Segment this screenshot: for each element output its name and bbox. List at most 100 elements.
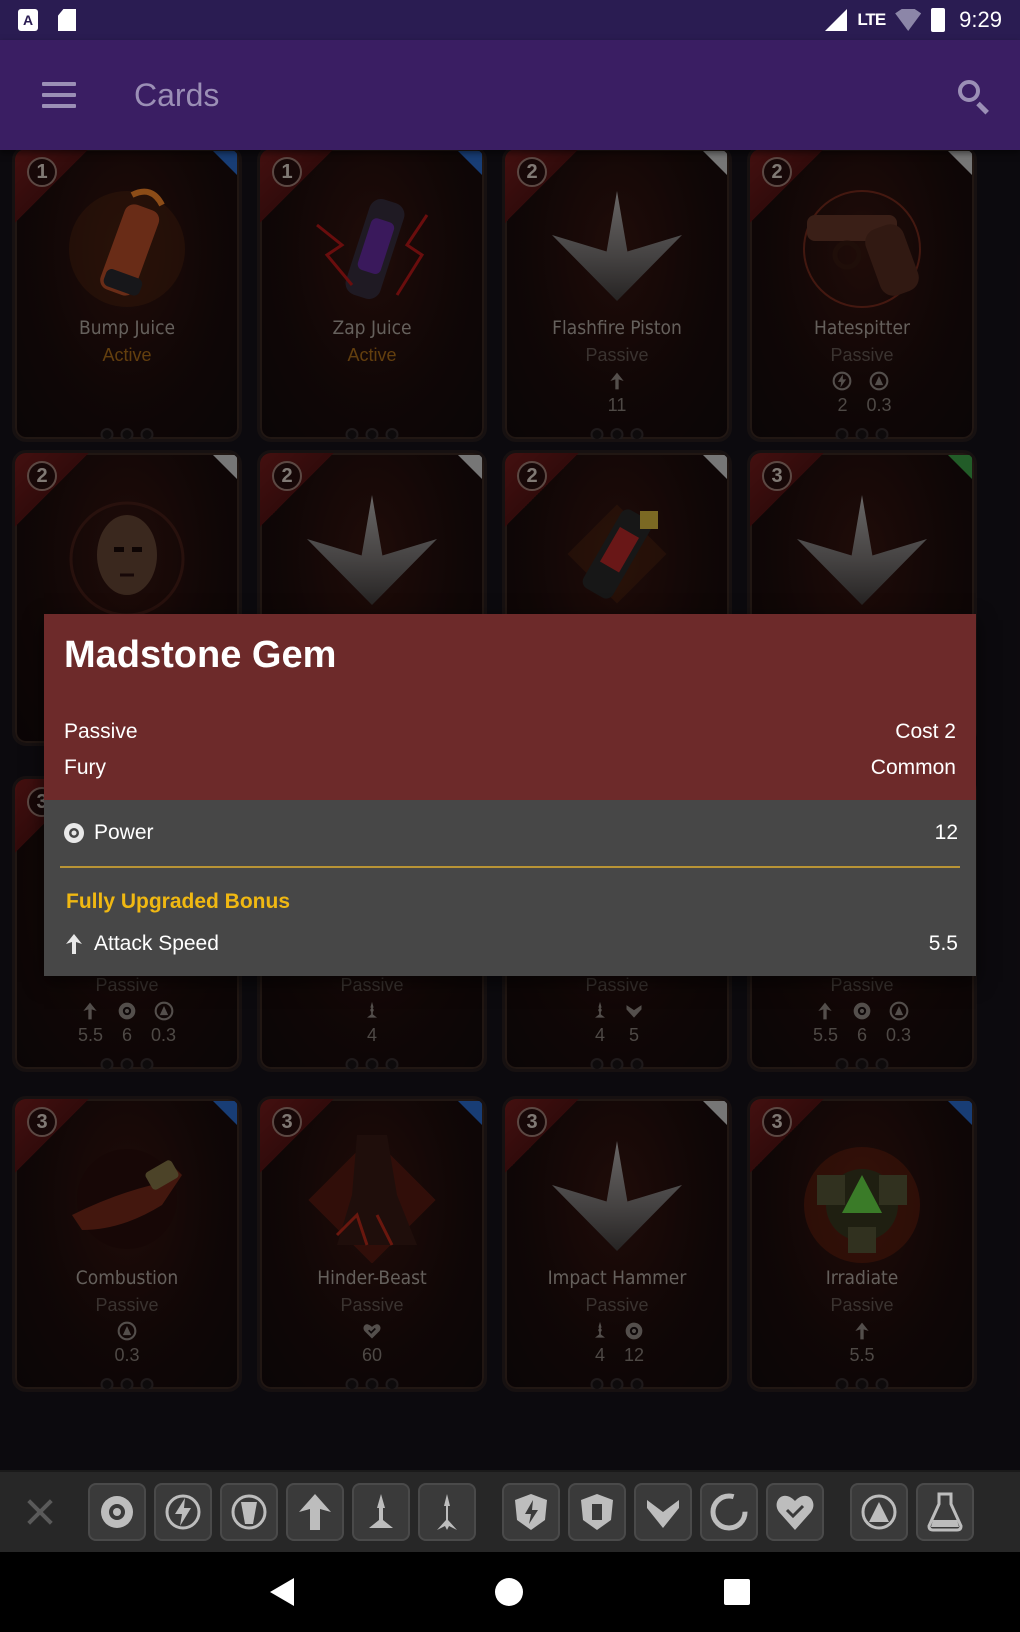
crit-icon <box>362 1001 382 1021</box>
card-stat-value: 6 <box>856 1025 867 1045</box>
card-name: Hatespitter <box>813 317 910 339</box>
stat-value: 12 <box>934 821 958 844</box>
card-stat: 0.3 <box>151 1001 176 1046</box>
card[interactable]: 3 Impact Hammer Passive 4 12 <box>502 1096 732 1392</box>
card-stat-value: 5.5 <box>812 1025 838 1045</box>
card-name: Irradiate <box>825 1267 899 1289</box>
card-cost-badge: 3 <box>517 1107 547 1137</box>
upgrade-dots <box>345 428 399 439</box>
rarity-marker <box>703 455 727 479</box>
rarity-marker <box>213 455 237 479</box>
attack-speed-filter-button[interactable] <box>286 1483 344 1541</box>
stat-row-attack-speed: Attack Speed 5.5 <box>60 914 960 974</box>
cost-corner <box>505 1099 581 1175</box>
energy-armor-filter-button[interactable] <box>502 1483 560 1541</box>
physical-armor-icon <box>581 1494 613 1530</box>
card-type: Passive <box>95 975 159 995</box>
card-cost-badge: 2 <box>762 157 792 187</box>
status-bar: A LTE 9:29 <box>0 0 1020 40</box>
lifesteal-icon <box>861 1494 897 1530</box>
armor-filter-button[interactable] <box>634 1483 692 1541</box>
energy-pen-filter-button[interactable] <box>154 1483 212 1541</box>
card[interactable]: 3 Irradiate Passive 5.5 <box>747 1096 977 1392</box>
card-stat: 6 <box>117 1001 137 1046</box>
card-cost-badge: 3 <box>762 461 792 491</box>
card[interactable]: 2 Flashfire Piston Passive 11 <box>502 146 732 442</box>
card-stat: 5.5 <box>813 1001 838 1046</box>
lifesteal-icon <box>889 1001 909 1021</box>
hamburger-menu-icon[interactable] <box>42 82 76 108</box>
armor-icon <box>624 1001 644 1021</box>
card-rarity: Common <box>870 756 956 779</box>
health-filter-button[interactable] <box>766 1483 824 1541</box>
crit-filter-button[interactable] <box>352 1483 410 1541</box>
card-stat: 4 <box>590 1321 610 1366</box>
rarity-marker <box>458 1101 482 1125</box>
potion-filter-button[interactable] <box>916 1483 974 1541</box>
upgrade-dots <box>590 1378 644 1389</box>
card-cost: Cost 2 <box>895 720 956 743</box>
card[interactable]: 1 Bump Juice Active <box>12 146 242 442</box>
physical-pen-icon <box>231 1494 267 1530</box>
card-stat-value: 0.3 <box>866 395 892 415</box>
card-cost-badge: 3 <box>272 1107 302 1137</box>
power-filter-button[interactable] <box>88 1483 146 1541</box>
card-art-reactor <box>804 1147 920 1263</box>
card-stat: 5.5 <box>78 1001 103 1046</box>
card-art-claw <box>308 1135 436 1263</box>
rarity-marker <box>703 151 727 175</box>
card-stat: 5 <box>624 1001 644 1046</box>
card-art-device <box>567 504 667 604</box>
clear-filters-icon[interactable] <box>22 1494 58 1530</box>
clock: 9:29 <box>959 7 1002 32</box>
cooldown-icon <box>710 1493 748 1531</box>
notification-a-icon: A <box>18 9 38 31</box>
card[interactable]: 3 Hinder-Beast Passive 60 <box>257 1096 487 1392</box>
card[interactable]: 2 Hatespitter Passive 2 0.3 <box>747 146 977 442</box>
cooldown-filter-button[interactable] <box>700 1483 758 1541</box>
power-icon <box>624 1321 644 1341</box>
card-stat: 5.5 <box>849 1321 875 1366</box>
card-stat-value: 60 <box>361 1345 383 1365</box>
power-icon <box>101 1496 133 1528</box>
navigation-bar <box>0 1552 1020 1632</box>
back-icon[interactable] <box>270 1578 295 1606</box>
card-stat-value: 5.5 <box>849 1345 875 1365</box>
card-stat-value: 4 <box>366 1025 377 1045</box>
network-type: LTE <box>857 10 886 29</box>
recents-icon[interactable] <box>723 1579 750 1605</box>
energy-armor-icon <box>515 1494 547 1530</box>
card-affinity: Fury <box>64 756 106 779</box>
card-type: Active <box>102 345 152 365</box>
card-stat-value: 5 <box>628 1025 639 1045</box>
stat-label: Power <box>94 821 154 844</box>
lifesteal-filter-button[interactable] <box>850 1483 908 1541</box>
lifesteal-icon <box>869 371 889 391</box>
card-stats: 11 <box>505 371 729 416</box>
card[interactable]: 1 Zap Juice Active <box>257 146 487 442</box>
health-icon <box>362 1321 382 1341</box>
card[interactable]: 3 Combustion Passive 0.3 <box>12 1096 242 1392</box>
stat-row-power: Power 12 <box>60 800 960 866</box>
crit-icon <box>369 1494 393 1528</box>
card-type: Passive <box>585 975 649 995</box>
search-icon[interactable] <box>954 76 992 115</box>
card-stat: 6 <box>852 1001 872 1046</box>
crit-icon <box>590 1001 610 1021</box>
energy-pen-icon <box>832 371 852 391</box>
card-stat-value: 12 <box>623 1345 645 1365</box>
upgrade-dots <box>100 1378 154 1389</box>
upgrade-dots <box>835 1058 889 1069</box>
bonus-label: Attack Speed <box>94 932 219 955</box>
card-stat-value: 6 <box>121 1025 132 1045</box>
attack-speed-icon <box>299 1494 331 1530</box>
crit-damage-filter-button[interactable] <box>418 1483 476 1541</box>
home-icon[interactable] <box>494 1578 523 1606</box>
card-stat-value: 11 <box>607 395 627 415</box>
card-stat: 2 <box>832 371 852 416</box>
physical-armor-filter-button[interactable] <box>568 1483 626 1541</box>
page-title: Cards <box>134 76 220 113</box>
filter-bar <box>0 1470 1020 1552</box>
physical-pen-filter-button[interactable] <box>220 1483 278 1541</box>
card-cost-badge: 2 <box>517 157 547 187</box>
